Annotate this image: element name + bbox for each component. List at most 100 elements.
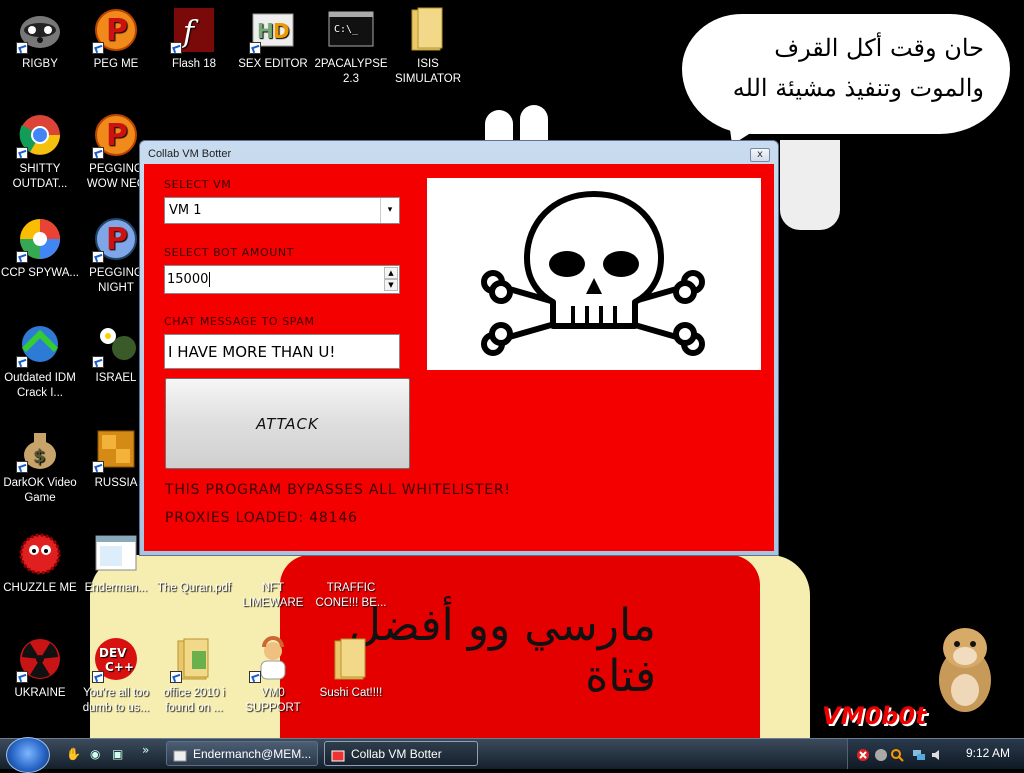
desktop-icon-label: PEG ME [93,58,139,70]
desktop-icon-ccp-spyware[interactable]: CCP SPYWA... [0,215,80,281]
tray-app-icon[interactable] [874,747,888,761]
collab-vm-botter-window: Collab VM Botter x SELECT VM VM 1 ▾ SELE… [139,140,779,556]
shortcut-arrow-icon [92,42,104,54]
desktop-icon-office-2010[interactable]: office 2010 i found on ... [154,635,234,716]
shortcut-arrow-icon [16,42,28,54]
svg-text:DEV: DEV [99,646,127,660]
shortcut-arrow-icon [170,42,182,54]
shortcut-arrow-icon [92,251,104,263]
shortcut-arrow-icon [92,356,104,368]
explorer-icon [173,747,187,762]
chevron-right-icon[interactable]: » [142,743,156,757]
select-vm-dropdown[interactable]: VM 1 ▾ [164,197,400,224]
show-desktop-icon[interactable]: ✋ [66,747,81,761]
system-tray: 9:12 AM [847,739,1024,769]
shortcut-arrow-icon [92,671,104,683]
svg-text:C:\_: C:\_ [334,24,359,35]
desktop-icon-2pacalypse[interactable]: C:\_ 2PACALYPSE 2.3 [311,6,391,87]
desktop-icon-ukraine[interactable]: UKRAINE [0,635,80,701]
pegasus-p-icon: P [92,111,140,159]
shortcut-arrow-icon [16,251,28,263]
close-button[interactable]: x [750,148,770,162]
desktop-icon-label: You're all too dumb to us... [82,687,150,714]
desktop-icon-label: Sushi Cat!!!! [319,687,383,699]
flash-icon: f [170,6,218,54]
desktop-icon-label: CCP SPYWA... [1,267,79,279]
flower-icon [92,320,140,368]
app-icon [331,747,345,762]
speech-bubble-line: حان وقت أكل القرف [774,34,984,62]
raccoon-icon [16,6,64,54]
vm0b0t-logo: VM0b0t [822,702,927,730]
taskbar-clock[interactable]: 9:12 AM [966,746,1010,760]
svg-text:P: P [106,118,128,153]
shortcut-arrow-icon [16,461,28,473]
desktop-icon-sex-editor[interactable]: HD SEX EDITOR [233,6,313,72]
search-icon[interactable] [890,747,904,762]
desktop-icon-label: NFT LIMEWARE [242,582,304,609]
desktop-icon-chuzzle-me[interactable]: CHUZZLE ME [0,530,80,596]
desktop-icon-rigby[interactable]: RIGBY [0,6,80,72]
gold-blocks-icon [92,425,140,473]
bot-amount-stepper[interactable]: 15000 ▲ ▼ [164,265,400,294]
shortcut-arrow-icon [16,356,28,368]
speech-bubble: حان وقت أكل القرف والموت وتنفيذ مشيئة ال… [682,14,1010,134]
stepper-down-button[interactable]: ▼ [384,279,398,291]
desktop-icon-label: SEX EDITOR [238,58,308,70]
svg-text:C++: C++ [105,660,134,674]
svg-text:D: D [273,19,290,43]
stepper-buttons: ▲ ▼ [384,267,398,292]
proxies-loaded-text: PROXIES LOADED: 48146 [165,510,358,526]
volume-icon[interactable] [930,747,944,761]
shortcut-arrow-icon [92,461,104,473]
svg-text:P: P [106,13,128,48]
desktop-icon-peg-me[interactable]: P PEG ME [76,6,156,72]
attack-button[interactable]: ATTACK [165,378,410,469]
desktop-icon-darkok[interactable]: $ DarkOK Video Game [0,425,80,506]
desktop-icon-outdated-idm[interactable]: Outdated IDM Crack I... [0,320,80,401]
stepper-up-button[interactable]: ▲ [384,267,398,279]
chat-message-input[interactable]: I HAVE MORE THAN U! [164,334,400,369]
taskbar-item-enderman[interactable]: Endermanch@MEM... [166,741,318,766]
hxd-icon: HD [249,6,297,54]
network-icon[interactable] [912,747,926,761]
desktop-icon-label: UKRAINE [14,687,66,699]
dev-cpp-icon: DEV C++ [92,635,140,683]
computer-icon[interactable]: ▣ [112,747,126,761]
desktop-icon-sushi-cat[interactable]: Sushi Cat!!!! [311,635,391,701]
desktop-icon-shitty-outdated[interactable]: SHITTY OUTDAT... [0,111,80,192]
svg-text:$: $ [33,446,46,467]
desktop-icon-isis-simulator[interactable]: ISIS SIMULATOR [388,6,468,87]
desktop-icon-label: TRAFFIC CONE!!! BE... [315,582,387,609]
security-alert-icon[interactable] [856,747,870,761]
window-screenshot-icon [92,530,140,578]
desktop-icon-label: office 2010 i found on ... [163,687,225,714]
folder-icon [327,635,375,683]
console-icon: C:\_ [327,6,375,54]
wallpaper-white-shape [780,140,840,230]
ie-icon[interactable]: ◉ [90,747,104,761]
skull-crossbones-icon [481,191,705,356]
window-client-area: SELECT VM VM 1 ▾ SELECT BOT AMOUNT 15000… [144,164,774,551]
text-caret [209,272,211,287]
money-bag-icon: $ [16,425,64,473]
select-vm-value: VM 1 [169,203,202,218]
shortcut-arrow-icon [16,147,28,159]
photos-pinwheel-icon [16,215,64,263]
chevron-down-icon[interactable]: ▾ [380,198,399,223]
hamster-image [939,628,991,712]
desktop-icon-label: ISIS SIMULATOR [394,58,462,85]
desktop-icon-flash-18[interactable]: f Flash 18 [154,6,234,72]
desktop-icon-vm0-support[interactable]: VM0 SUPPORT [233,635,313,716]
radiation-icon [16,635,64,683]
taskbar-item-collab-vm-botter[interactable]: Collab VM Botter [324,741,478,766]
svg-text:P: P [106,222,128,257]
shortcut-arrow-icon [92,147,104,159]
desktop-icon-label: SHITTY OUTDAT... [12,163,68,190]
wallpaper-white-shape [520,105,548,145]
folder-icon [404,6,452,54]
speech-bubble-line: والموت وتنفيذ مشيئة الله [732,74,984,102]
shortcut-arrow-icon [170,671,182,683]
pegasus-p-icon: P [92,6,140,54]
desktop-icon-dev-cpp[interactable]: DEV C++ You're all too dumb to us... [76,635,156,716]
